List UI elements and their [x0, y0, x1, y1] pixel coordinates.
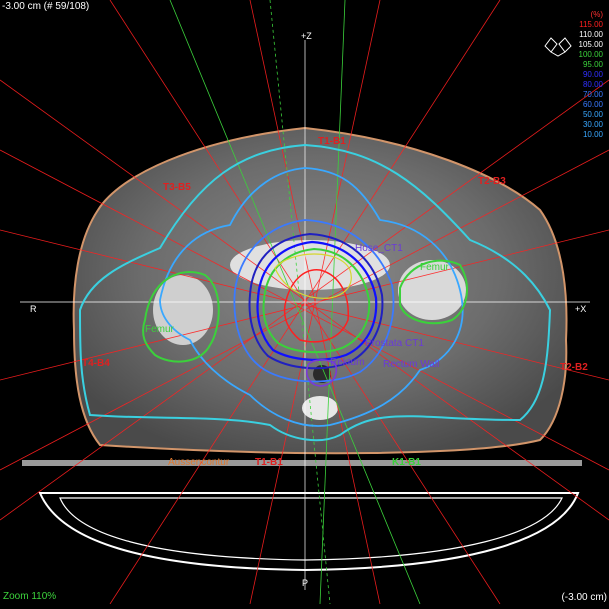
sacrum: [302, 396, 338, 420]
treatment-couch: [22, 460, 582, 466]
beam-label-bottom-right[interactable]: K1-B1: [392, 457, 421, 468]
ct-viewer[interactable]: -3.00 cm (# 59/108) Zoom 110% (-3.00 cm)…: [0, 0, 609, 605]
beam-label-right-upper[interactable]: T2-B3: [478, 176, 506, 187]
slice-position-label: -3.00 cm (# 59/108): [2, 1, 90, 12]
structure-label-rectum-wall[interactable]: Rectum Wall: [383, 359, 439, 370]
legend-unit: (%): [590, 10, 603, 19]
couch-shell: [38, 492, 580, 572]
isodose-legend: (%) 115.00 110.00 105.00 100.00 95.00 90…: [579, 10, 603, 140]
legend-level: 105.00: [578, 40, 603, 49]
legend-level: 80.00: [582, 80, 603, 89]
orientation-top: +Z: [301, 31, 312, 41]
zoom-label: Zoom 110%: [3, 591, 57, 602]
structure-label-femur-left[interactable]: Femur: [145, 324, 174, 335]
legend-level: 30.00: [582, 120, 603, 129]
beam-label-top[interactable]: T1-B1: [318, 136, 346, 147]
structure-label-ptv[interactable]: Hose_CT1: [355, 243, 403, 254]
legend-level: 110.00: [579, 30, 603, 39]
structure-label-femur-right[interactable]: Femur: [420, 262, 449, 273]
beam-label-left[interactable]: T4-B4: [82, 358, 110, 369]
ct-slice-canvas[interactable]: [0, 0, 609, 605]
legend-level: 50.00: [582, 110, 603, 119]
orientation-left: R: [30, 304, 37, 314]
legend-level: 100.00: [578, 50, 603, 59]
beam-label-left-upper[interactable]: T3-B5: [163, 182, 191, 193]
structure-label-aussenkontur[interactable]: Aussencontur: [168, 457, 229, 468]
legend-level: 10.00: [582, 130, 603, 139]
structure-label-rectum[interactable]: Rektum: [330, 357, 364, 368]
legend-level: 95.00: [582, 60, 603, 69]
legend-level: 115.00: [579, 20, 603, 29]
orientation-cube-icon[interactable]: [543, 34, 573, 58]
legend-level: 90.00: [582, 70, 603, 79]
beam-label-right[interactable]: T2-B2: [560, 362, 588, 373]
orientation-bottom: P: [302, 578, 309, 588]
legend-level: 60.00: [582, 100, 603, 109]
beam-label-bottom-left[interactable]: T1-B1: [255, 457, 283, 468]
structure-label-ctv[interactable]: Prostata CT1: [365, 338, 424, 349]
orientation-right: +X: [575, 304, 587, 314]
slice-position-label-secondary: (-3.00 cm): [561, 592, 607, 603]
legend-level: 70.00: [582, 90, 603, 99]
